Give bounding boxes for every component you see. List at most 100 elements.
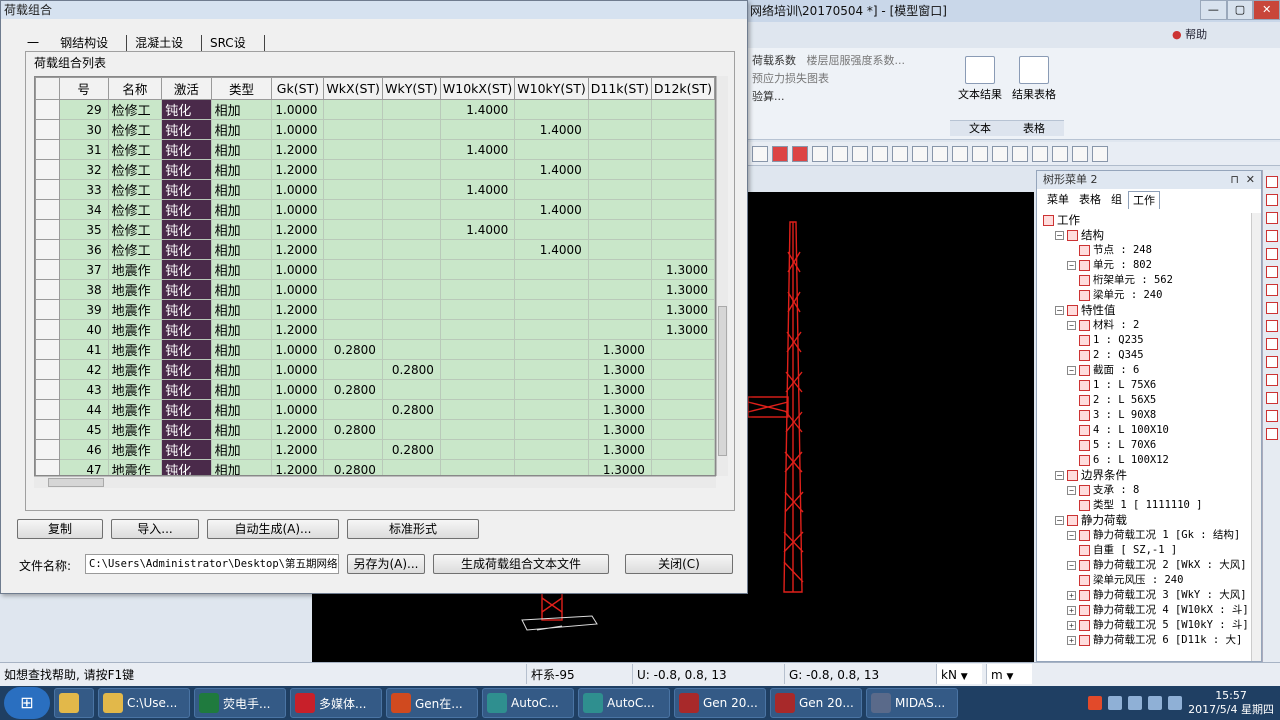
row-header-corner[interactable] bbox=[35, 77, 60, 100]
row-selector[interactable] bbox=[35, 139, 60, 160]
expand-icon[interactable]: + bbox=[1067, 606, 1076, 615]
factor-cell[interactable] bbox=[650, 419, 715, 440]
zoom-icon[interactable] bbox=[1265, 212, 1278, 224]
combination-name[interactable]: 检修工 bbox=[107, 159, 163, 180]
activation-cell[interactable]: 钝化 bbox=[161, 459, 212, 475]
factor-cell[interactable] bbox=[381, 299, 441, 320]
taskbar-item[interactable]: Gen 20... bbox=[674, 688, 766, 718]
close-icon[interactable]: ✕ bbox=[1246, 171, 1255, 189]
type-cell[interactable]: 相加 bbox=[210, 159, 273, 180]
factor-cell[interactable] bbox=[650, 239, 715, 260]
rotate-icon[interactable] bbox=[1265, 284, 1278, 296]
combination-number[interactable]: 40 bbox=[58, 319, 109, 340]
tree-scrollbar[interactable] bbox=[1251, 213, 1261, 661]
combination-number[interactable]: 47 bbox=[58, 459, 109, 475]
factor-cell[interactable] bbox=[323, 119, 383, 140]
factor-cell[interactable] bbox=[381, 239, 441, 260]
column-header[interactable]: D12k(ST) bbox=[650, 77, 715, 100]
table-row[interactable]: 47 地震作 钝化 相加 1.2000 0.2800 1.3000 bbox=[35, 459, 715, 475]
factor-cell[interactable]: 1.2000 bbox=[271, 459, 325, 475]
view-icon[interactable] bbox=[1265, 176, 1278, 188]
maximize-button[interactable]: ▢ bbox=[1226, 0, 1254, 20]
column-header[interactable]: 号 bbox=[58, 77, 109, 100]
tree-node[interactable]: 自重 [ SZ,-1 ] bbox=[1037, 543, 1251, 558]
factor-cell[interactable] bbox=[323, 99, 383, 120]
column-header[interactable]: W10kX(ST) bbox=[439, 77, 516, 100]
row-selector[interactable] bbox=[35, 299, 60, 320]
factor-cell[interactable] bbox=[650, 179, 715, 200]
combination-grid[interactable]: 号名称 激活 类型 Gk(ST) WkX(ST) WkY(ST) W10kX(ST) W10k… bbox=[34, 76, 716, 476]
collapse-icon[interactable]: − bbox=[1067, 531, 1076, 540]
prestress-loss-button[interactable]: 预应力损失图表 bbox=[752, 70, 947, 88]
tree-node[interactable]: 1 : L 75X6 bbox=[1037, 378, 1251, 393]
type-cell[interactable]: 相加 bbox=[210, 439, 273, 460]
factor-cell[interactable] bbox=[587, 219, 652, 240]
tree-node[interactable]: − 结构 bbox=[1037, 228, 1251, 243]
combination-name[interactable]: 检修工 bbox=[107, 119, 163, 140]
column-header[interactable]: 名称 bbox=[107, 77, 163, 100]
factor-cell[interactable]: 1.3000 bbox=[587, 459, 652, 475]
activation-cell[interactable]: 钝化 bbox=[161, 159, 212, 180]
tree-node[interactable]: + 静力荷载工况 3 [WkY : 大风] bbox=[1037, 588, 1251, 603]
type-cell[interactable]: 相加 bbox=[210, 339, 273, 360]
combination-name[interactable]: 地震作 bbox=[107, 399, 163, 420]
combination-name[interactable]: 地震作 bbox=[107, 439, 163, 460]
table-row[interactable]: 33 检修工 钝化 相加 1.0000 1.4000 bbox=[35, 179, 715, 200]
collapse-icon[interactable]: − bbox=[1055, 306, 1064, 315]
factor-cell[interactable] bbox=[587, 259, 652, 280]
type-cell[interactable]: 相加 bbox=[210, 239, 273, 260]
column-header[interactable]: W10kY(ST) bbox=[514, 77, 589, 100]
factor-cell[interactable] bbox=[514, 279, 589, 300]
factor-cell[interactable] bbox=[381, 259, 441, 280]
activation-cell[interactable]: 钝化 bbox=[161, 239, 212, 260]
factor-cell[interactable] bbox=[381, 139, 441, 160]
factor-cell[interactable] bbox=[439, 199, 516, 220]
combination-name[interactable]: 地震作 bbox=[107, 459, 163, 475]
combination-number[interactable]: 46 bbox=[58, 439, 109, 460]
collapse-icon[interactable]: − bbox=[1067, 366, 1076, 375]
taskbar-item[interactable]: 多媒体... bbox=[290, 688, 382, 718]
combination-name[interactable]: 检修工 bbox=[107, 199, 163, 220]
factor-cell[interactable] bbox=[323, 179, 383, 200]
factor-cell[interactable] bbox=[381, 419, 441, 440]
factor-cell[interactable] bbox=[381, 179, 441, 200]
factor-cell[interactable]: 1.2000 bbox=[271, 299, 325, 320]
type-cell[interactable]: 相加 bbox=[210, 399, 273, 420]
tab-src-design[interactable]: SRC设计 bbox=[208, 33, 258, 70]
factor-cell[interactable]: 1.0000 bbox=[271, 359, 325, 380]
factor-cell[interactable]: 1.4000 bbox=[514, 119, 589, 140]
factor-cell[interactable] bbox=[587, 239, 652, 260]
factor-cell[interactable]: 1.4000 bbox=[514, 199, 589, 220]
activation-cell[interactable]: 钝化 bbox=[161, 139, 212, 160]
factor-cell[interactable] bbox=[439, 439, 516, 460]
factor-cell[interactable]: 1.3000 bbox=[587, 439, 652, 460]
factor-cell[interactable]: 1.2000 bbox=[271, 219, 325, 240]
toolbar-icon[interactable] bbox=[892, 145, 908, 162]
factor-cell[interactable] bbox=[650, 379, 715, 400]
tree-node[interactable]: + 静力荷载工况 5 [W10kY : 斗] bbox=[1037, 618, 1251, 633]
table-row[interactable]: 29 检修工 钝化 相加 1.0000 1.4000 bbox=[35, 99, 715, 120]
activation-cell[interactable]: 钝化 bbox=[161, 319, 212, 340]
type-cell[interactable]: 相加 bbox=[210, 259, 273, 280]
table-row[interactable]: 41 地震作 钝化 相加 1.0000 0.2800 1.3000 bbox=[35, 339, 715, 360]
factor-cell[interactable] bbox=[650, 439, 715, 460]
factor-cell[interactable]: 1.4000 bbox=[439, 179, 516, 200]
tab-menu[interactable]: 菜单 bbox=[1043, 191, 1073, 209]
row-selector[interactable] bbox=[35, 179, 60, 200]
combination-number[interactable]: 45 bbox=[58, 419, 109, 440]
factor-cell[interactable] bbox=[323, 219, 383, 240]
length-unit-select[interactable]: m ▼ bbox=[986, 664, 1032, 684]
factor-cell[interactable] bbox=[323, 319, 383, 340]
factor-cell[interactable] bbox=[514, 399, 589, 420]
factor-cell[interactable]: 1.3000 bbox=[587, 359, 652, 380]
factor-cell[interactable] bbox=[323, 359, 383, 380]
factor-cell[interactable]: 1.3000 bbox=[587, 399, 652, 420]
combination-name[interactable]: 检修工 bbox=[107, 239, 163, 260]
tree-node[interactable]: 5 : L 70X6 bbox=[1037, 438, 1251, 453]
collapse-icon[interactable]: − bbox=[1055, 231, 1064, 240]
row-selector[interactable] bbox=[35, 159, 60, 180]
table-row[interactable]: 36 检修工 钝化 相加 1.2000 1.4000 bbox=[35, 239, 715, 260]
combination-name[interactable]: 地震作 bbox=[107, 359, 163, 380]
type-cell[interactable]: 相加 bbox=[210, 139, 273, 160]
model-viewport[interactable] bbox=[747, 192, 1034, 662]
